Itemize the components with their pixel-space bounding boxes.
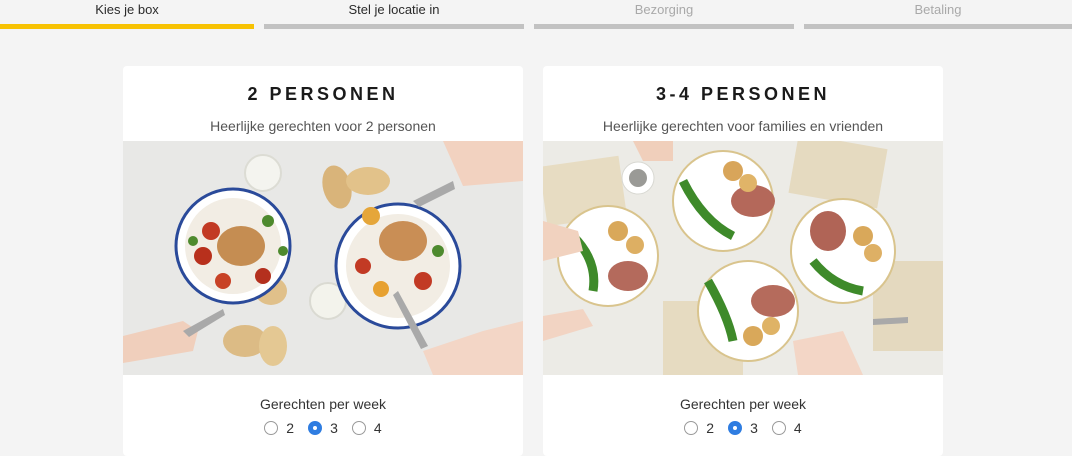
meals-option-4[interactable]: 4 [351, 420, 382, 436]
step-payment[interactable]: Betaling [804, 0, 1072, 30]
radio-button[interactable] [308, 421, 323, 435]
radio-label: 4 [793, 420, 802, 436]
radio-button[interactable] [728, 421, 743, 435]
meals-option-2[interactable]: 2 [684, 420, 714, 436]
meals-per-week-label: Gerechten per week [259, 396, 387, 412]
step-delivery[interactable]: Bezorging [534, 0, 794, 30]
step-choose-box[interactable]: Kies je box [0, 0, 254, 30]
step-progress-bar [534, 24, 794, 29]
plan-card-3-4-persons[interactable]: 3-4 PERSONEN Heerlijke gerechten voor fa… [543, 66, 943, 456]
step-progress-bar [0, 24, 254, 29]
checkout-progress-steps: Kies je box Stel je locatie in Bezorging… [0, 0, 1072, 30]
meals-per-week-options: 2 3 4 [543, 420, 943, 436]
meals-option-3[interactable]: 3 [728, 420, 758, 436]
radio-button[interactable] [351, 421, 366, 435]
radio-button[interactable] [684, 421, 699, 435]
plan-title: 2 PERSONEN [247, 84, 399, 104]
radio-label: 3 [330, 420, 338, 436]
two-person-meal-photo [123, 141, 523, 375]
radio-label: 3 [750, 420, 758, 436]
step-label: Stel je locatie in [348, 2, 440, 17]
radio-label: 2 [286, 420, 295, 436]
meals-per-week-options: 2 3 4 [123, 420, 523, 436]
step-label: Kies je box [95, 2, 159, 17]
radio-label: 4 [373, 420, 382, 436]
family-meal-photo [543, 141, 943, 375]
plan-title: 3-4 PERSONEN [655, 84, 831, 104]
step-label: Betaling [914, 2, 962, 17]
step-location[interactable]: Stel je locatie in [264, 0, 524, 30]
meals-option-4[interactable]: 4 [771, 420, 802, 436]
plan-card-2-persons[interactable]: 2 PERSONEN Heerlijke gerechten voor 2 pe… [123, 66, 523, 456]
radio-label: 2 [706, 420, 715, 436]
plan-subtitle: Heerlijke gerechten voor 2 personen [210, 118, 436, 134]
meals-option-3[interactable]: 3 [308, 420, 338, 436]
meals-option-2[interactable]: 2 [264, 420, 294, 436]
plan-subtitle: Heerlijke gerechten voor families en vri… [602, 118, 884, 134]
radio-button[interactable] [771, 421, 786, 435]
step-label: Bezorging [634, 2, 694, 17]
meals-per-week-label: Gerechten per week [679, 396, 807, 412]
radio-button[interactable] [264, 421, 279, 435]
step-progress-bar [264, 24, 524, 29]
step-progress-bar [804, 24, 1072, 29]
